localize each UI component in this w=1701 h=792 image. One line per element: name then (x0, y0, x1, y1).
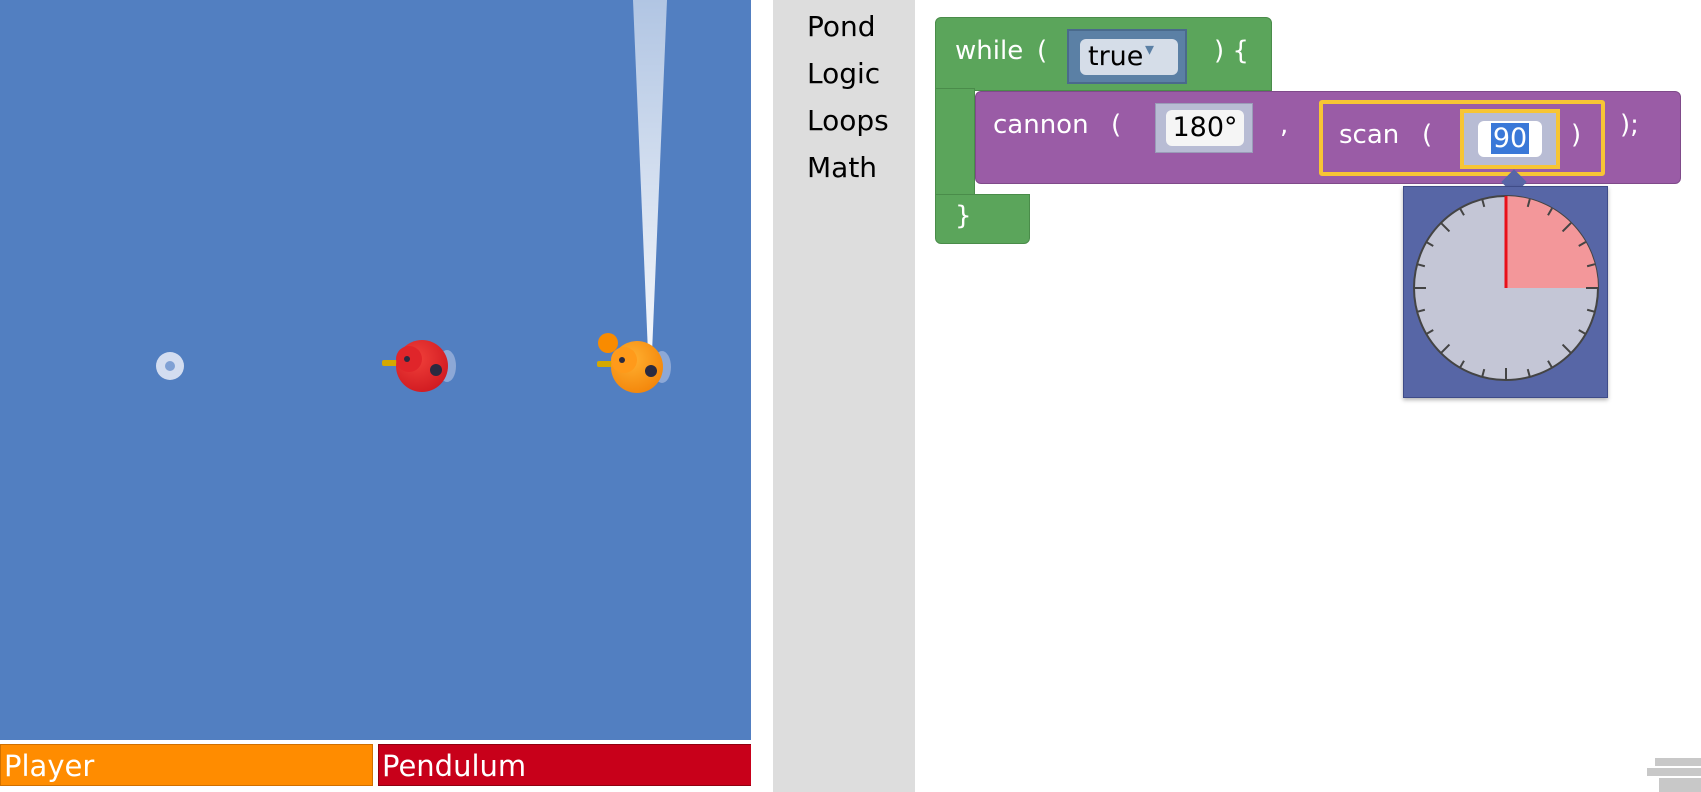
cannon-keyword: cannon (993, 110, 1089, 140)
cannon-open-paren: ( (1111, 110, 1122, 140)
scan-angle-input[interactable]: 90 (1478, 121, 1542, 157)
cannon-end: ); (1620, 110, 1639, 140)
condition-value: true (1088, 41, 1144, 72)
cannon-separator: , (1280, 110, 1289, 140)
divider (751, 0, 773, 792)
scan-open-paren: ( (1422, 120, 1433, 150)
boolean-block[interactable]: true ▾ (1067, 29, 1187, 84)
blockly-workspace[interactable]: while ( true ▾ ) { } cannon ( 180° , ); … (915, 0, 1701, 792)
angle-dial-popup[interactable] (1403, 186, 1608, 398)
scan-keyword: scan (1339, 120, 1400, 150)
pendulum-health-bar: Pendulum (378, 744, 752, 786)
pond-arena (0, 0, 751, 740)
scan-close-paren: ) (1571, 120, 1582, 150)
toolbox-category-math[interactable]: Math (807, 151, 877, 184)
toolbox-category-pond[interactable]: Pond (807, 10, 876, 43)
while-open-paren: ( (1037, 36, 1048, 66)
pendulum-duck (382, 336, 456, 392)
dropdown-arrow-icon[interactable]: ▾ (1145, 39, 1154, 60)
player-duck (597, 337, 671, 393)
condition-dropdown[interactable]: true (1080, 39, 1178, 75)
scan-angle-block[interactable]: 90 (1460, 109, 1560, 169)
angle-dial[interactable] (1404, 187, 1609, 399)
toolbox-category-logic[interactable]: Logic (807, 57, 880, 90)
scan-angle-selected-text: 90 (1490, 123, 1530, 154)
blockly-toolbox: Pond Logic Loops Math (773, 0, 915, 792)
scan-beam (633, 0, 667, 360)
trash-can-icon[interactable] (1645, 752, 1701, 792)
while-end-brace: } (955, 201, 972, 231)
player-health-bar: Player (0, 744, 373, 786)
toolbox-category-loops[interactable]: Loops (807, 104, 889, 137)
angle-input[interactable]: 180° (1166, 110, 1244, 146)
while-close-brace: ) { (1214, 36, 1249, 66)
angle-block[interactable]: 180° (1155, 103, 1253, 153)
while-keyword: while (955, 36, 1024, 66)
while-block-footer (935, 194, 1030, 244)
while-block-body (935, 88, 975, 198)
shell-impact-ripple (156, 352, 184, 380)
